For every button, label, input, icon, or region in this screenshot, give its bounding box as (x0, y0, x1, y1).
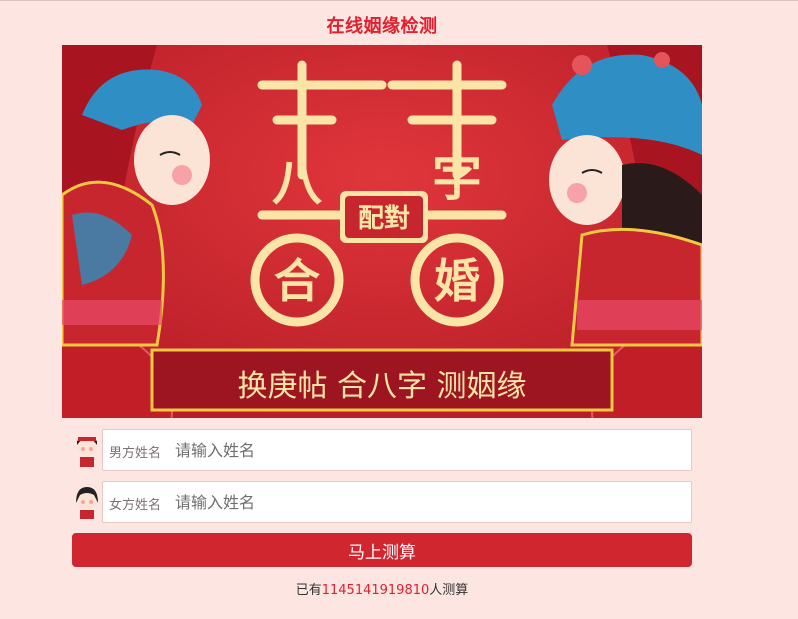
banner-char-hun: 婚 (434, 254, 480, 308)
banner-char-ba: 八 (272, 154, 323, 212)
banner-badge: 配對 (358, 204, 410, 234)
male-name-label: 男方姓名 (109, 446, 162, 461)
female-name-input[interactable] (175, 488, 680, 516)
calculate-button[interactable]: 马上测算 (72, 533, 692, 567)
groom-avatar-icon (77, 436, 97, 467)
banner-char-zi: 字 (432, 149, 482, 207)
male-name-field: 男方姓名 (102, 429, 692, 471)
female-name-field: 女方姓名 (102, 481, 692, 523)
page-title: 在线姻缘检测 (326, 16, 438, 37)
stats-line: 已有1145141919810人测算 (0, 579, 764, 598)
stats-prefix: 已有 (295, 583, 322, 598)
banner-slogan: 换庚帖 合八字 测姻缘 (237, 369, 526, 404)
female-name-label: 女方姓名 (109, 498, 162, 513)
banner-image: 八 字 合 婚 配對 换庚帖 合八字 测姻缘 (62, 45, 702, 418)
male-name-input[interactable] (175, 436, 680, 464)
male-name-row: 男方姓名 (74, 429, 692, 471)
top-divider (0, 0, 798, 1)
bride-avatar-icon (76, 487, 98, 519)
stats-count: 1145141919810 (321, 583, 430, 598)
banner-char-he: 合 (274, 254, 320, 308)
female-name-row: 女方姓名 (74, 481, 692, 523)
stats-suffix: 人测算 (429, 583, 469, 598)
